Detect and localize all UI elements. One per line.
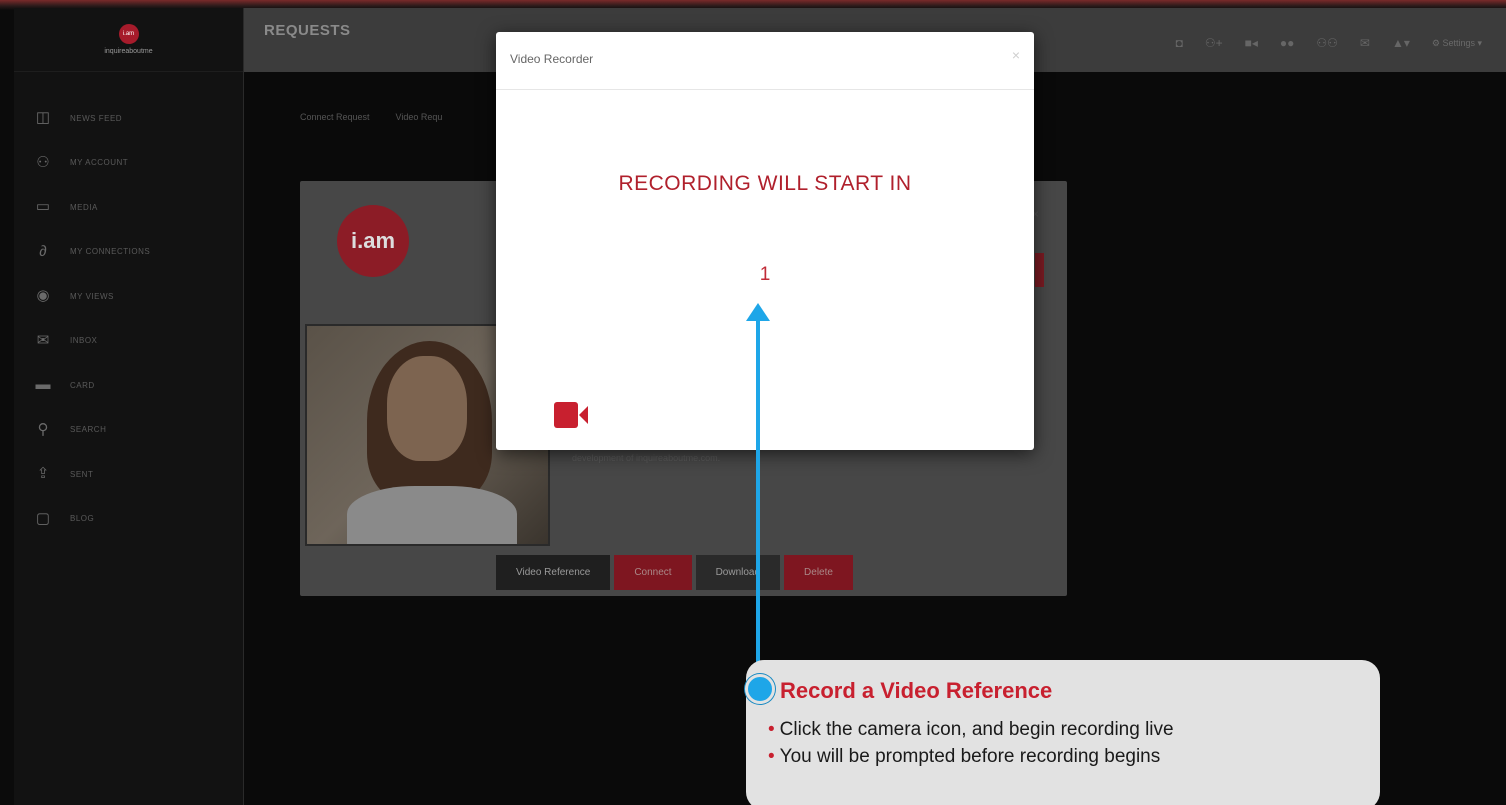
annotation-arrow-line xyxy=(756,318,760,688)
bullet-icon: • xyxy=(768,719,775,740)
sidebar-item-media[interactable]: ▭ MEDIA xyxy=(14,185,243,230)
sidebar-item-my-account[interactable]: ⚇ MY ACCOUNT xyxy=(14,141,243,186)
user-icon: ⚇ xyxy=(36,153,50,171)
sidebar-item-my-connections[interactable]: ∂ MY CONNECTIONS xyxy=(14,230,243,275)
add-user-icon[interactable]: ⚇+ xyxy=(1205,36,1223,50)
modal-title: Video Recorder xyxy=(510,52,594,66)
group-icon[interactable]: ⚇⚇ xyxy=(1316,36,1338,50)
callout-title: Record a Video Reference xyxy=(780,678,1053,703)
tab-video-request[interactable]: Video Requ xyxy=(396,112,443,122)
logo-text: inquireaboutme xyxy=(104,48,153,55)
recording-message: RECORDING WILL START IN xyxy=(618,172,912,195)
tutorial-callout: Record a Video Reference • Click the came… xyxy=(746,660,1380,805)
eye-icon: ◉ xyxy=(36,287,50,305)
logo-badge: i.am xyxy=(118,24,139,44)
sidebar-item-sent[interactable]: ⇪ SENT xyxy=(14,452,243,497)
close-icon[interactable]: × xyxy=(1012,47,1020,63)
bell-icon[interactable]: ▲▾ xyxy=(1392,36,1410,50)
settings-menu[interactable]: ⚙ Settings ▾ xyxy=(1432,38,1482,49)
sidebar-item-label: NEWS FEED xyxy=(70,113,123,123)
sidebar-item-my-views[interactable]: ◉ MY VIEWS xyxy=(14,274,243,319)
callout-item-text: You will be prompted before recording be… xyxy=(779,746,1161,767)
chat-icon: ▢ xyxy=(35,509,51,527)
sidebar-item-label: CARD xyxy=(70,380,95,390)
callout-item: • Click the camera icon, and begin record… xyxy=(768,716,1174,743)
delete-button[interactable]: Delete xyxy=(784,555,853,590)
share-icon: ⇪ xyxy=(36,465,50,483)
card-action-button[interactable] xyxy=(1035,253,1044,287)
header-icons: ◘ ⚇+ ■◂ ●● ⚇⚇ ✉ ▲▾ ⚙ Settings ▾ xyxy=(1176,36,1482,50)
annotation-dot xyxy=(745,674,775,704)
video-reference-button[interactable]: Video Reference xyxy=(496,555,611,590)
sidebar-item-card[interactable]: ▬ CARD xyxy=(14,363,243,408)
connect-button[interactable]: Connect xyxy=(614,555,692,590)
sidebar-item-label: SEARCH xyxy=(70,425,107,435)
sidebar-item-inbox[interactable]: ✉ INBOX xyxy=(14,319,243,364)
countdown-number: 1 xyxy=(759,264,771,285)
link-icon: ∂ xyxy=(39,242,47,260)
download-button[interactable]: Download xyxy=(695,555,781,590)
sidebar-item-label: MY CONNECTIONS xyxy=(70,247,151,257)
sidebar-item-label: BLOG xyxy=(70,514,95,524)
callout-item-text: Click the camera icon, and begin recordi… xyxy=(779,719,1174,740)
layout-icon: ◫ xyxy=(35,109,51,127)
video-recorder-modal: Video Recorder × RECORDING WILL START IN… xyxy=(496,32,1034,450)
card-actions: Video Reference Connect Download Delete xyxy=(496,555,853,590)
mail-icon: ✉ xyxy=(36,331,50,349)
callout-list: • Click the camera icon, and begin record… xyxy=(768,716,1174,770)
request-tabs: Connect Request Video Requ xyxy=(300,112,442,122)
tab-connect-request[interactable]: Connect Request xyxy=(300,112,370,122)
modal-header: Video Recorder × xyxy=(496,32,1034,90)
sidebar-item-label: MY VIEWS xyxy=(70,291,114,301)
sidebar-item-label: MEDIA xyxy=(70,202,98,212)
sidebar-item-blog[interactable]: ▢ BLOG xyxy=(14,497,243,542)
logo[interactable]: i.am inquireaboutme xyxy=(14,8,243,72)
sidebar-nav: ◫ NEWS FEED ⚇ MY ACCOUNT ▭ MEDIA ∂ MY CONNEC… xyxy=(14,72,243,541)
sidebar-item-label: SENT xyxy=(70,469,94,479)
laptop-icon: ▭ xyxy=(35,198,51,216)
mail-icon[interactable]: ✉ xyxy=(1360,36,1370,50)
callout-item: • You will be prompted before recording b… xyxy=(768,743,1174,770)
chat-icon[interactable]: ●● xyxy=(1280,36,1295,50)
iam-badge: i.am xyxy=(337,205,409,277)
sidebar: i.am inquireaboutme ◫ NEWS FEED ⚇ MY ACCOU… xyxy=(14,8,244,805)
sidebar-item-label: INBOX xyxy=(70,336,98,346)
bullet-icon: • xyxy=(768,746,775,767)
annotation-arrow-head xyxy=(746,303,770,321)
sidebar-item-search[interactable]: ⚲ SEARCH xyxy=(14,408,243,453)
card-icon: ▬ xyxy=(35,376,51,394)
camera-icon[interactable]: ◘ xyxy=(1176,36,1183,50)
page-title: REQUESTS xyxy=(264,22,351,39)
search-icon: ⚲ xyxy=(37,420,49,438)
video-camera-icon[interactable] xyxy=(554,402,590,428)
sidebar-item-label: MY ACCOUNT xyxy=(70,158,129,168)
video-icon[interactable]: ■◂ xyxy=(1245,36,1258,50)
sidebar-item-news-feed[interactable]: ◫ NEWS FEED xyxy=(14,96,243,141)
